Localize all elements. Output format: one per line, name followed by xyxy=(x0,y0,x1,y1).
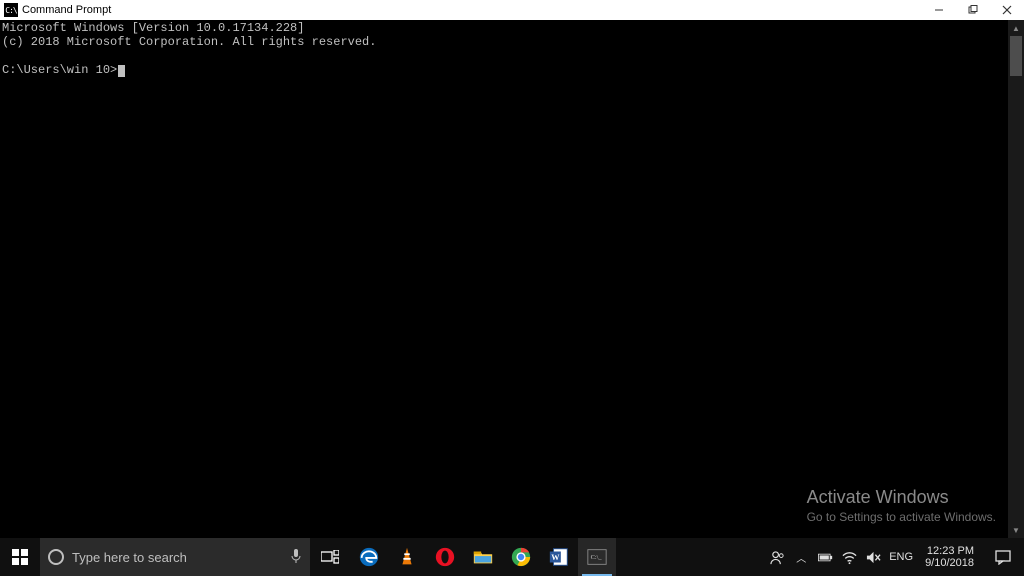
edge-icon xyxy=(358,546,380,568)
cortana-icon xyxy=(48,549,64,565)
watermark-subtitle: Go to Settings to activate Windows. xyxy=(807,510,996,524)
word-icon: W xyxy=(548,546,570,568)
maximize-button[interactable] xyxy=(956,0,990,20)
wifi-icon[interactable] xyxy=(841,549,857,565)
scroll-down-icon[interactable]: ▼ xyxy=(1008,522,1024,538)
windows-logo-icon xyxy=(12,549,28,565)
clock[interactable]: 12:23 PM 9/10/2018 xyxy=(921,545,978,569)
scroll-thumb[interactable] xyxy=(1010,36,1022,76)
opera-icon xyxy=(434,546,456,568)
close-button[interactable] xyxy=(990,0,1024,20)
activation-watermark: Activate Windows Go to Settings to activ… xyxy=(807,487,996,524)
titlebar: C:\ Command Prompt xyxy=(0,0,1024,20)
clock-time: 12:23 PM xyxy=(925,545,974,557)
folder-icon xyxy=(472,546,494,568)
watermark-title: Activate Windows xyxy=(807,487,996,508)
window-title: Command Prompt xyxy=(22,4,111,16)
console-area: Microsoft Windows [Version 10.0.17134.22… xyxy=(0,20,1024,538)
action-center-button[interactable] xyxy=(986,538,1020,576)
scroll-up-icon[interactable]: ▲ xyxy=(1008,20,1024,36)
taskbar-app-opera[interactable] xyxy=(426,538,464,576)
system-tray: ︿ ENG 12:23 PM 9/10/2018 xyxy=(761,538,1024,576)
minimize-button[interactable] xyxy=(922,0,956,20)
language-indicator[interactable]: ENG xyxy=(889,552,913,563)
vlc-icon xyxy=(396,546,418,568)
chrome-icon xyxy=(510,546,532,568)
taskbar-app-edge[interactable] xyxy=(350,538,388,576)
task-view-icon xyxy=(321,550,339,564)
taskbar-app-cmd[interactable]: C:\_ xyxy=(578,538,616,576)
battery-icon[interactable] xyxy=(817,549,833,565)
mic-icon[interactable] xyxy=(290,548,302,567)
taskbar-app-chrome[interactable] xyxy=(502,538,540,576)
svg-text:W: W xyxy=(551,553,560,562)
tray-chevron-up-icon[interactable]: ︿ xyxy=(793,549,809,565)
taskbar-app-vlc[interactable] xyxy=(388,538,426,576)
taskbar-app-file-explorer[interactable] xyxy=(464,538,502,576)
cmd-app-icon: C:\_ xyxy=(586,546,608,568)
console-line: (c) 2018 Microsoft Corporation. All righ… xyxy=(2,35,376,49)
cmd-icon: C:\ xyxy=(4,3,18,17)
console-output[interactable]: Microsoft Windows [Version 10.0.17134.22… xyxy=(0,20,1008,538)
notification-icon xyxy=(995,549,1011,565)
console-line: Microsoft Windows [Version 10.0.17134.22… xyxy=(2,21,304,35)
cursor xyxy=(118,65,125,77)
volume-muted-icon[interactable] xyxy=(865,549,881,565)
clock-date: 9/10/2018 xyxy=(925,557,974,569)
console-prompt: C:\Users\win 10> xyxy=(2,63,117,77)
svg-text:C:\_: C:\_ xyxy=(591,554,603,561)
vertical-scrollbar[interactable]: ▲ ▼ xyxy=(1008,20,1024,538)
people-icon[interactable] xyxy=(769,549,785,565)
search-box[interactable]: Type here to search xyxy=(40,538,310,576)
task-view-button[interactable] xyxy=(310,538,350,576)
taskbar: Type here to search W C:\_ xyxy=(0,538,1024,576)
start-button[interactable] xyxy=(0,538,40,576)
taskbar-app-word[interactable]: W xyxy=(540,538,578,576)
search-placeholder: Type here to search xyxy=(72,550,282,565)
